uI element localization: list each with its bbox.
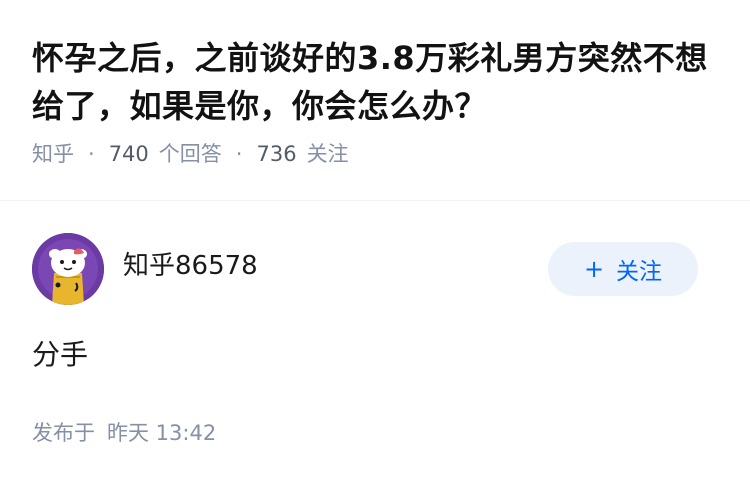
section-divider [0,200,750,201]
author-name[interactable]: 知乎86578 [123,249,258,283]
follow-count: 736 [256,142,297,166]
question-source[interactable]: 知乎 [32,140,74,168]
publish-label: 发布于 [32,421,95,445]
cartoon-avatar-icon [32,233,104,305]
plus-icon: + [583,255,605,283]
follow-button[interactable]: + 关注 [548,242,698,296]
meta-separator: · [88,142,95,166]
answer-publish-time: 发布于 昨天 13:42 [32,419,216,447]
follow-button-label: 关注 [616,259,663,285]
question-title[interactable]: 怀孕之后，之前谈好的3.8万彩礼男方突然不想给了，如果是你，你会怎么办？ [32,34,722,130]
answer-count: 740 [108,142,149,166]
answer-author: 知乎86578 + 关注 [32,233,698,307]
answer-count-label[interactable]: 个回答 [159,140,222,168]
follow-count-label: 关注 [306,142,349,166]
answer-content: 分手 [32,338,89,371]
question-meta: 知乎 · 740 个回答 · 736 关注 [32,140,722,168]
publish-time: 昨天 13:42 [107,421,217,445]
meta-separator: · [235,142,243,166]
question-header: 怀孕之后，之前谈好的3.8万彩礼男方突然不想给了，如果是你，你会怎么办？ 知乎 … [32,34,722,168]
avatar[interactable] [32,233,104,305]
